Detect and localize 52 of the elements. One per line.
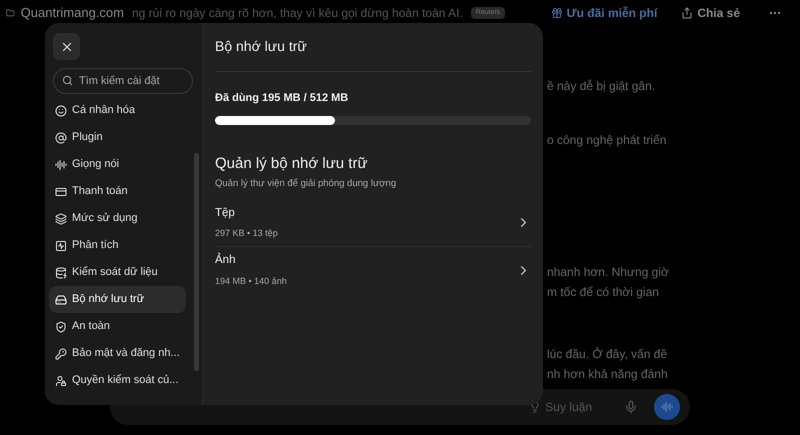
row-title: Tệp	[215, 206, 236, 221]
sidebar-item[interactable]: An toàn	[49, 313, 186, 340]
sidebar-item[interactable]: Bảo mật và đăng nh...	[49, 340, 186, 367]
smile-icon	[55, 104, 67, 116]
at-sign-icon	[55, 132, 67, 144]
panel-title: Bộ nhớ lưu trữ	[215, 37, 308, 56]
usage-label: Đã dùng 195 MB / 512 MB	[215, 91, 350, 106]
share-button[interactable]: Chia sẻ	[681, 4, 740, 22]
credit-card-icon	[55, 186, 67, 198]
shield-check-icon	[55, 320, 67, 332]
folder-icon	[6, 7, 15, 19]
close-button[interactable]	[53, 33, 80, 60]
article-text: o công nghệ phát triển	[547, 132, 668, 148]
search-field[interactable]: Tìm kiếm cài đặt	[53, 68, 193, 94]
gift-icon	[550, 7, 563, 19]
database-icon	[55, 266, 67, 278]
article-text: nhanh hơn. Nhưng giờ	[547, 264, 670, 280]
article-text: ề này dễ bị giật gân.	[547, 78, 656, 94]
offer-link[interactable]: Ưu đãi miễn phí	[550, 4, 658, 22]
share-icon	[681, 7, 694, 19]
stacked-bars-icon	[55, 212, 67, 224]
sidebar-item[interactable]: Cá nhân hóa	[49, 97, 186, 124]
section-title: Quản lý bộ nhớ lưu trữ	[215, 154, 368, 174]
user-lock-icon	[55, 374, 67, 386]
sidebar-item[interactable]: Bộ nhớ lưu trữ	[49, 286, 186, 313]
chart-icon	[55, 240, 67, 252]
sidebar-item[interactable]: Phân tích	[49, 232, 186, 259]
row-detail: 297 KB • 13 tệp	[215, 227, 279, 240]
microphone-icon[interactable]	[624, 400, 638, 414]
drive-icon	[55, 294, 67, 306]
storage-row[interactable]: Tệp 297 KB • 13 tệp	[215, 199, 531, 246]
audio-lines-icon	[661, 401, 673, 413]
article-text: lúc đầu. Ở đây, vấn đề	[547, 346, 668, 362]
site-title: Quantrimang.com	[20, 4, 124, 22]
article-text: m tốc để có thời gian	[547, 284, 660, 300]
sidebar-item[interactable]: Thanh toán	[49, 178, 186, 205]
sidebar-item[interactable]: Kiểm soát dữ liệu	[49, 259, 186, 286]
section-subtitle: Quản lý thư viện để giải phóng dung lượng	[215, 177, 398, 191]
sidebar-item[interactable]: Plugin	[49, 124, 186, 151]
row-title: Ảnh	[215, 252, 236, 268]
key-icon	[55, 348, 67, 360]
audio-lines-icon	[55, 158, 67, 170]
search-icon	[62, 75, 73, 86]
voice-button[interactable]	[654, 394, 680, 420]
lightbulb-icon	[529, 401, 542, 413]
row-detail: 194 MB • 140 ảnh	[215, 274, 288, 288]
article-text: nh hơn khả năng đánh	[547, 366, 669, 382]
sidebar-item[interactable]: Mức sử dụng	[49, 205, 186, 232]
storage-row[interactable]: Ảnh 194 MB • 140 ảnh	[215, 246, 531, 294]
headline-text: ng rủi ro ngày càng rõ hơn, thay vì kêu gọi dừng hoàn toàn AI.	[132, 5, 463, 22]
sidebar-item[interactable]: Quyền kiểm soát củ...	[49, 367, 186, 394]
sidebar-item[interactable]: Giọng nói	[49, 151, 186, 178]
